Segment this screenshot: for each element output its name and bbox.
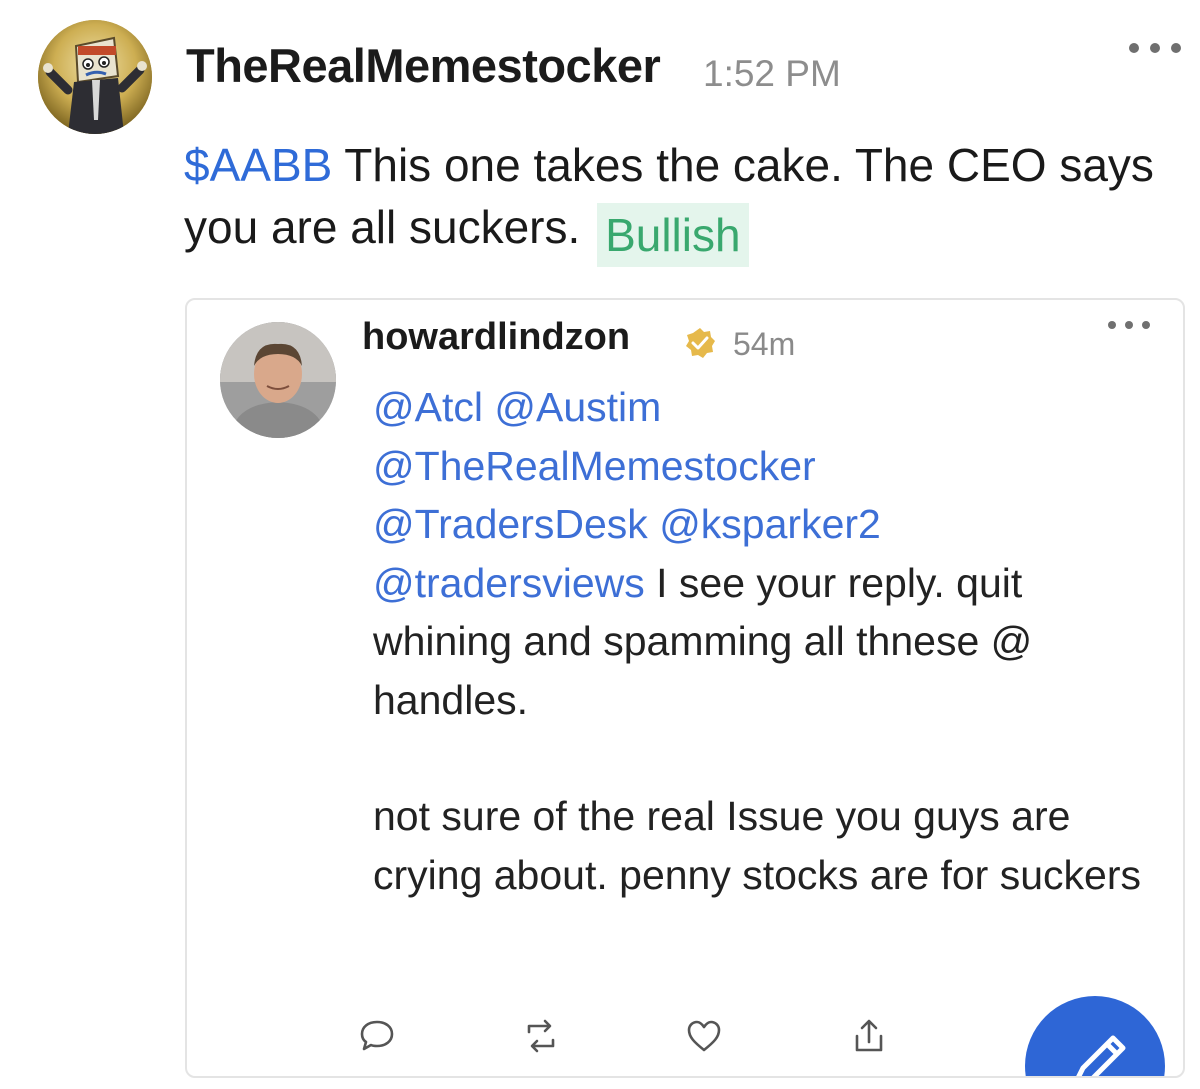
message-post: TheRealMemestocker 1:52 PM $AABB This on… xyxy=(0,0,1200,1089)
embedded-post-image: howardlindzon 54m @Atcl @Austim @TheReal… xyxy=(185,298,1185,1078)
mention-line-3: @TradersDesk @ksparker2 xyxy=(373,495,1163,554)
post-username[interactable]: TheRealMemestocker xyxy=(186,38,661,93)
user-avatar[interactable] xyxy=(38,20,152,134)
compose-icon xyxy=(1076,1035,1126,1076)
heart-icon xyxy=(687,1020,721,1052)
post-timestamp: 1:52 PM xyxy=(703,53,841,94)
cashtag-link[interactable]: $AABB xyxy=(184,139,332,191)
more-horizontal-icon[interactable] xyxy=(1128,36,1182,60)
person-photo xyxy=(220,322,336,438)
mention-link: @TheRealMemestocker xyxy=(373,442,816,489)
mention-link: @ksparker2 xyxy=(659,501,881,547)
comment-icon xyxy=(360,1020,394,1051)
post-body: $AABB This one takes the cake. The CEO s… xyxy=(184,134,1184,267)
embed-paragraph-1: @tradersviews I see your reply. quit whi… xyxy=(373,554,1163,730)
mention-link: @TradersDesk xyxy=(373,501,648,547)
sentiment-badge: Bullish xyxy=(597,203,749,267)
mention-link: @Austim xyxy=(494,384,662,430)
verified-badge-icon xyxy=(686,328,715,358)
mention-line-1: @Atcl @Austim xyxy=(373,378,1163,437)
mention-link: @Atcl xyxy=(373,384,483,430)
share-icon xyxy=(855,1019,883,1052)
embed-paragraph-2: not sure of the real Issue you guys are … xyxy=(373,793,1141,898)
embed-avatar xyxy=(220,322,336,438)
mention-link: @tradersviews xyxy=(373,559,645,606)
mention-line-2: @TheRealMemestocker xyxy=(373,437,1163,496)
embed-username: howardlindzon xyxy=(362,316,631,358)
more-horizontal-icon xyxy=(1108,321,1150,329)
embed-time: 54m xyxy=(733,326,796,362)
embed-body: @Atcl @Austim @TheRealMemestocker @Trade… xyxy=(373,378,1163,904)
cartoon-avatar-image xyxy=(38,20,152,134)
reshare-icon xyxy=(527,1019,555,1053)
compose-button xyxy=(1025,996,1165,1076)
